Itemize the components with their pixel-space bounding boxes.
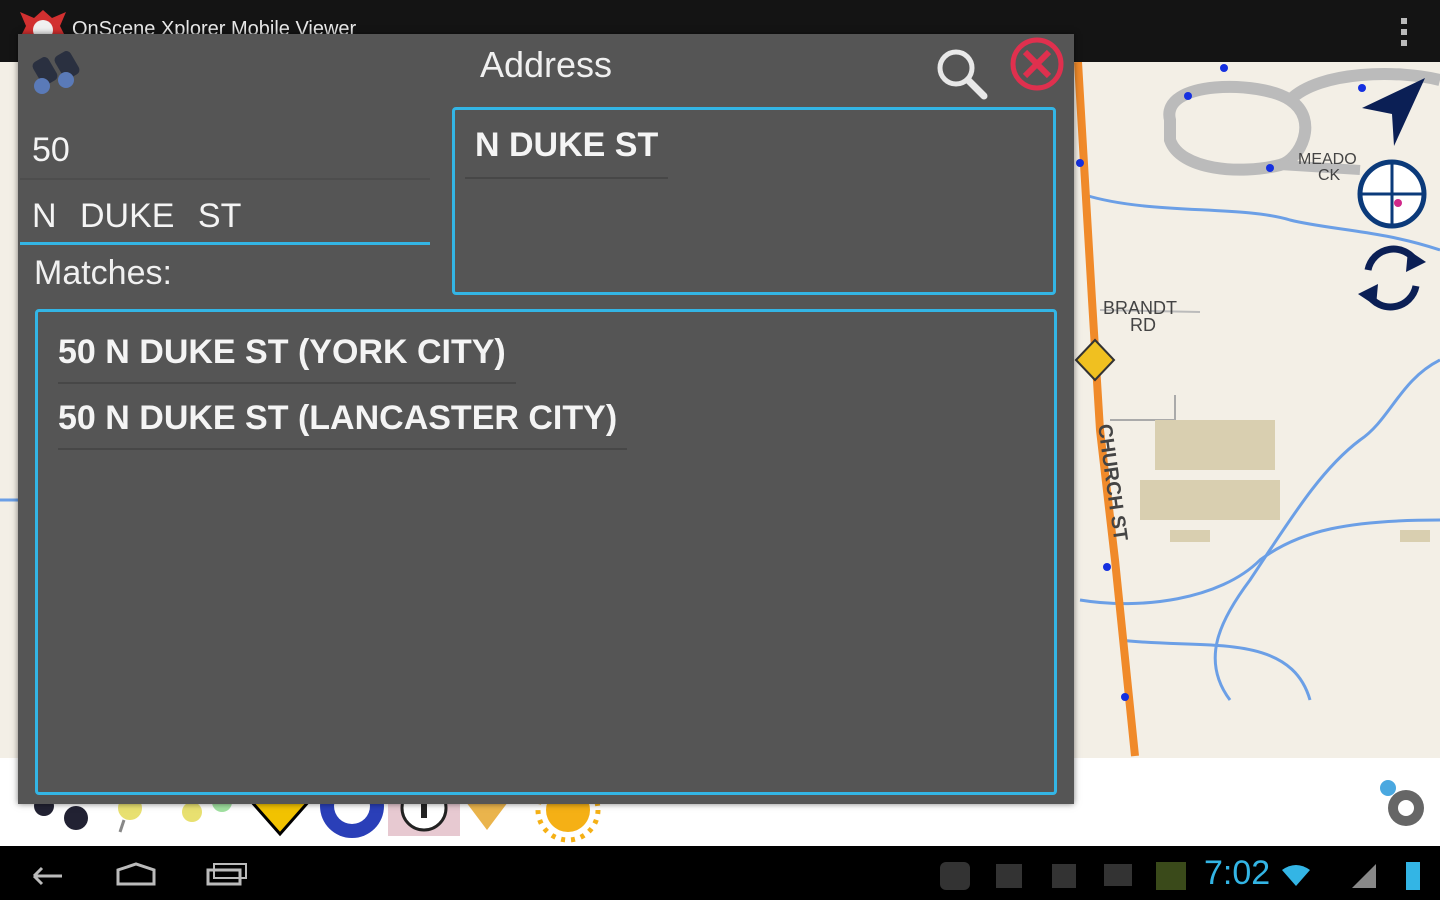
gps-target-icon[interactable] xyxy=(1357,159,1427,229)
overflow-menu-icon[interactable] xyxy=(1392,14,1416,50)
street-suggestion-item[interactable]: N DUKE ST xyxy=(465,120,669,179)
wifi-icon xyxy=(1282,865,1310,886)
matches-list[interactable]: 50 N DUKE ST (YORK CITY) 50 N DUKE ST (L… xyxy=(35,309,1057,795)
back-icon[interactable] xyxy=(32,866,62,886)
recent-apps-icon[interactable] xyxy=(206,863,247,886)
house-number-field[interactable]: 50 xyxy=(20,130,430,170)
address-dialog: Address 50 N DUKE ST Matches: N DUKE ST … xyxy=(18,34,1074,804)
match-item-label: 50 N DUKE ST (YORK CITY) xyxy=(58,322,516,384)
status-clock: 7:02 xyxy=(1204,854,1271,892)
settings-icon[interactable] xyxy=(1380,780,1424,826)
warning-sign-icon[interactable] xyxy=(246,798,314,837)
map-label-church-st: CHURCH ST xyxy=(1093,423,1131,543)
system-navigation-bar: 7:02 xyxy=(0,846,1440,900)
signal-icon xyxy=(1352,864,1376,888)
map-label-meado: MEADO xyxy=(1298,151,1357,168)
search-icon[interactable] xyxy=(932,44,990,100)
notification-icons xyxy=(940,862,1186,890)
house-number-underline xyxy=(20,178,430,180)
matches-label: Matches: xyxy=(34,254,172,292)
home-icon[interactable] xyxy=(116,862,156,886)
navigation-arrow-icon[interactable] xyxy=(1362,78,1425,146)
battery-icon xyxy=(1406,862,1420,890)
map-label-ck: CK xyxy=(1318,167,1341,184)
map-label-rd: RD xyxy=(1130,315,1156,335)
street-suggestions-list[interactable]: N DUKE ST xyxy=(452,107,1056,295)
close-icon[interactable] xyxy=(1006,34,1068,94)
match-item-label: 50 N DUKE ST (LANCASTER CITY) xyxy=(58,388,628,450)
street-name-underline xyxy=(20,242,430,245)
street-name-field[interactable]: N DUKE ST xyxy=(20,194,430,238)
diamond-sign-icon[interactable] xyxy=(466,802,508,830)
match-item[interactable]: 50 N DUKE ST (LANCASTER CITY) xyxy=(48,384,1038,450)
dialog-title: Address xyxy=(479,44,613,85)
refresh-icon[interactable] xyxy=(1358,245,1426,311)
match-item[interactable]: 50 N DUKE ST (YORK CITY) xyxy=(48,318,1038,384)
